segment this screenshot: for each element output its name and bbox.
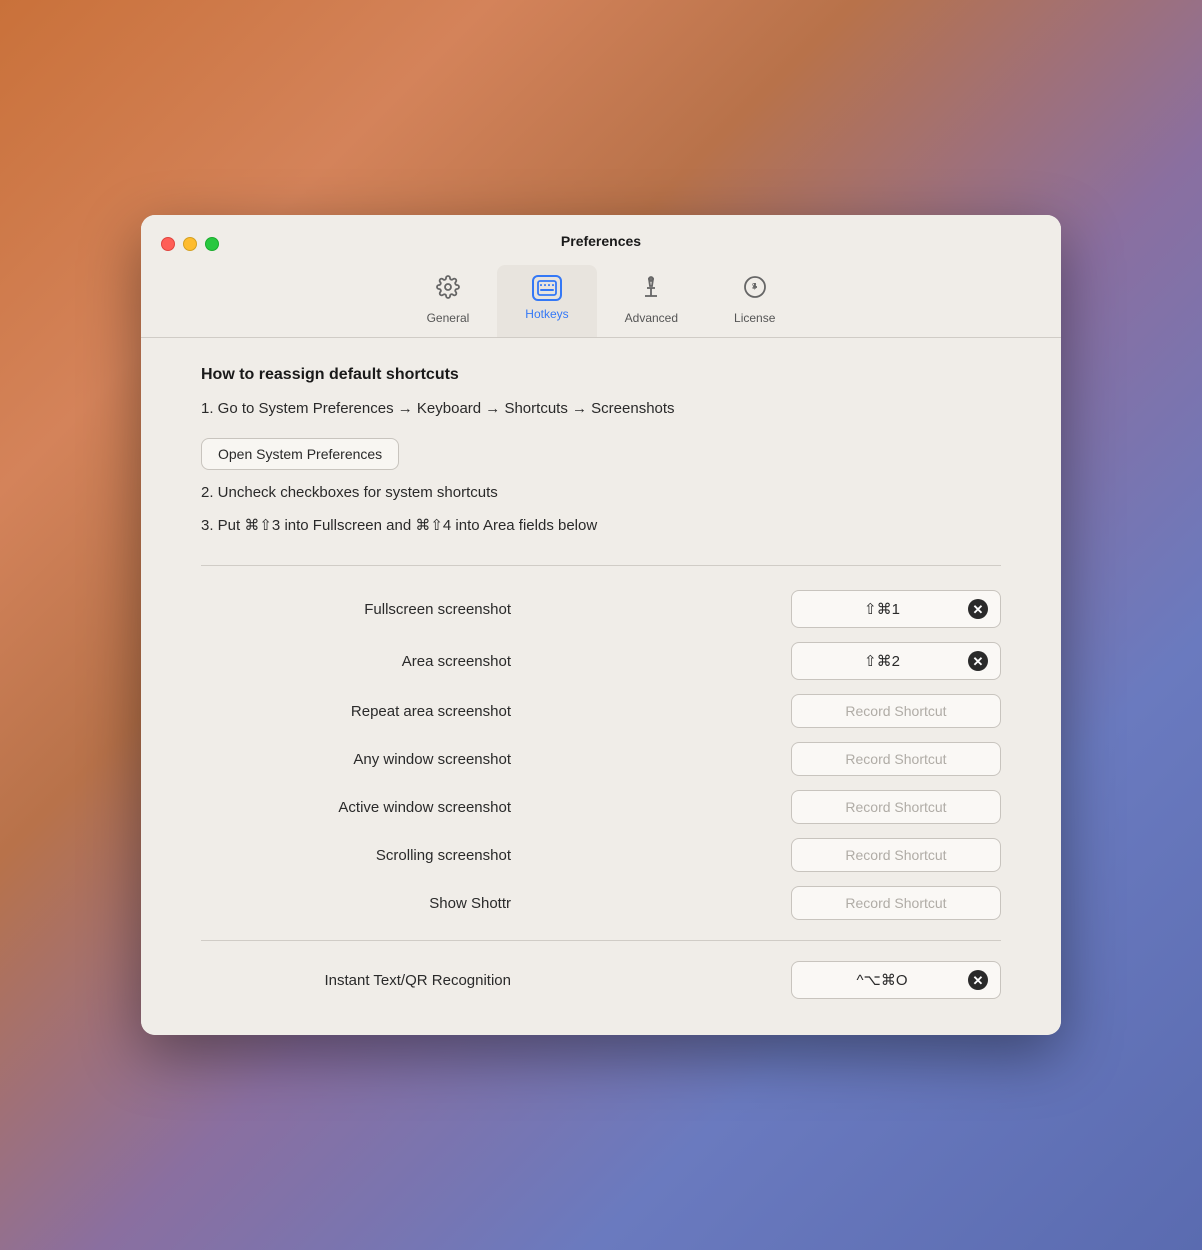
tab-hotkeys[interactable]: Hotkeys [497, 265, 596, 337]
content-area: How to reassign default shortcuts 1. Go … [141, 338, 1061, 1036]
close-button[interactable] [161, 237, 175, 251]
shortcut-placeholder-active-window: Record Shortcut [804, 799, 988, 815]
instruction-step-1: 1. Go to System Preferences → Keyboard →… [201, 398, 1001, 421]
instructions-title: How to reassign default shortcuts [201, 366, 1001, 384]
shortcut-row-area: Area screenshot ⇧⌘2 ✕ [201, 642, 1001, 680]
tab-advanced[interactable]: Advanced [597, 265, 706, 337]
shortcut-label-show-shottr: Show Shottr [201, 895, 541, 912]
shortcut-input-area[interactable]: ⇧⌘2 ✕ [791, 642, 1001, 680]
minimize-button[interactable] [183, 237, 197, 251]
clear-fullscreen-button[interactable]: ✕ [968, 599, 988, 619]
section-divider-1 [201, 565, 1001, 566]
tab-hotkeys-label: Hotkeys [525, 307, 568, 321]
shortcut-label-area: Area screenshot [201, 653, 541, 670]
shortcuts-grid: Fullscreen screenshot ⇧⌘1 ✕ Area screens… [201, 590, 1001, 920]
shortcut-row-text-qr: Instant Text/QR Recognition ^⌥⌘O ✕ [201, 961, 1001, 999]
tab-bar: General Hotkey [399, 265, 804, 337]
shortcut-input-show-shottr[interactable]: Record Shortcut [791, 886, 1001, 920]
open-system-preferences-button[interactable]: Open System Preferences [201, 438, 399, 470]
maximize-button[interactable] [205, 237, 219, 251]
shortcut-row-repeat-area: Repeat area screenshot Record Shortcut [201, 694, 1001, 728]
shortcut-label-fullscreen: Fullscreen screenshot [201, 601, 541, 618]
shortcut-input-repeat-area[interactable]: Record Shortcut [791, 694, 1001, 728]
shortcut-placeholder-repeat-area: Record Shortcut [804, 703, 988, 719]
tab-advanced-label: Advanced [625, 311, 678, 325]
tab-general-label: General [427, 311, 470, 325]
microscope-icon [639, 275, 663, 305]
shortcut-label-text-qr: Instant Text/QR Recognition [201, 972, 541, 989]
license-icon: $ [743, 275, 767, 305]
tab-license-label: License [734, 311, 775, 325]
svg-text:$: $ [752, 282, 757, 291]
tab-license[interactable]: $ License [706, 265, 803, 337]
shortcut-input-any-window[interactable]: Record Shortcut [791, 742, 1001, 776]
shortcut-value-fullscreen: ⇧⌘1 [804, 600, 960, 618]
clear-text-qr-button[interactable]: ✕ [968, 970, 988, 990]
gear-icon [436, 275, 460, 305]
shortcut-input-text-qr[interactable]: ^⌥⌘O ✕ [791, 961, 1001, 999]
shortcut-row-active-window: Active window screenshot Record Shortcut [201, 790, 1001, 824]
tab-general[interactable]: General [399, 265, 498, 337]
shortcut-placeholder-scrolling: Record Shortcut [804, 847, 988, 863]
shortcut-label-scrolling: Scrolling screenshot [201, 847, 541, 864]
section-divider-2 [201, 940, 1001, 941]
instruction-step-3: 3. Put ⌘⇧3 into Fullscreen and ⌘⇧4 into … [201, 515, 1001, 538]
traffic-lights [161, 237, 219, 251]
instruction-step-2: 2. Uncheck checkboxes for system shortcu… [201, 482, 1001, 505]
shortcut-label-active-window: Active window screenshot [201, 799, 541, 816]
shortcut-label-repeat-area: Repeat area screenshot [201, 703, 541, 720]
shortcut-row-show-shottr: Show Shottr Record Shortcut [201, 886, 1001, 920]
window-title: Preferences [561, 233, 641, 249]
shortcut-placeholder-show-shottr: Record Shortcut [804, 895, 988, 911]
hotkeys-icon [532, 275, 562, 301]
shortcut-row-any-window: Any window screenshot Record Shortcut [201, 742, 1001, 776]
shortcut-value-area: ⇧⌘2 [804, 652, 960, 670]
shortcut-value-text-qr: ^⌥⌘O [804, 971, 960, 989]
titlebar: Preferences General [141, 215, 1061, 337]
preferences-window: Preferences General [141, 215, 1061, 1036]
shortcut-row-scrolling: Scrolling screenshot Record Shortcut [201, 838, 1001, 872]
shortcut-input-active-window[interactable]: Record Shortcut [791, 790, 1001, 824]
shortcut-input-scrolling[interactable]: Record Shortcut [791, 838, 1001, 872]
shortcut-label-any-window: Any window screenshot [201, 751, 541, 768]
shortcut-placeholder-any-window: Record Shortcut [804, 751, 988, 767]
shortcut-input-fullscreen[interactable]: ⇧⌘1 ✕ [791, 590, 1001, 628]
shortcut-row-fullscreen: Fullscreen screenshot ⇧⌘1 ✕ [201, 590, 1001, 628]
clear-area-button[interactable]: ✕ [968, 651, 988, 671]
instructions-section: How to reassign default shortcuts 1. Go … [201, 366, 1001, 538]
